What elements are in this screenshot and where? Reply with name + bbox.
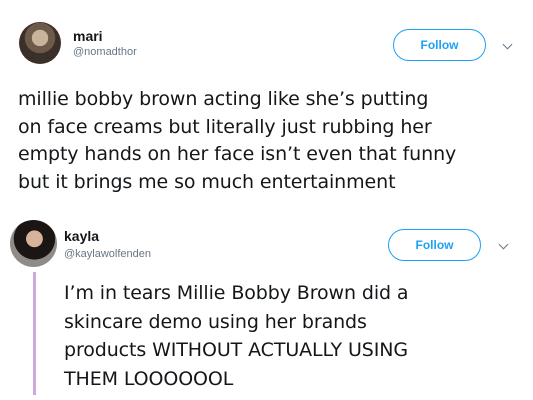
tweet-text-line: millie bobby brown acting like she’s put… bbox=[18, 88, 429, 110]
tweet-screenshot: mari @nomadthor Follow millie bobby brow… bbox=[0, 0, 533, 400]
tweet-text-line: skincare demo using her brands bbox=[64, 310, 367, 333]
avatar[interactable] bbox=[19, 22, 61, 64]
tweet-text-line: empty hands on her face isn’t even that … bbox=[18, 143, 457, 165]
tweet-text-line: I’m in tears Millie Bobby Brown did a bbox=[64, 282, 409, 304]
display-name[interactable]: kayla bbox=[64, 228, 99, 244]
reply-thread-line bbox=[33, 272, 36, 395]
user-handle[interactable]: @nomadthor bbox=[73, 46, 137, 58]
follow-button[interactable]: Follow bbox=[393, 29, 486, 61]
user-handle[interactable]: @kaylawolfenden bbox=[64, 248, 151, 260]
tweet-text-line: THEM LOOOOOOL bbox=[64, 367, 234, 390]
chevron-down-icon[interactable] bbox=[502, 41, 512, 51]
display-name[interactable]: mari bbox=[73, 28, 103, 44]
tweet-text-line: on face creams but literally just rubbin… bbox=[18, 115, 432, 138]
tweet-text: I’m in tears Millie Bobby Brown did a sk… bbox=[64, 279, 494, 393]
tweet-text: millie bobby brown acting like she’s put… bbox=[18, 86, 523, 196]
avatar[interactable] bbox=[10, 220, 57, 267]
chevron-down-icon[interactable] bbox=[498, 241, 508, 251]
tweet-card-1: mari @nomadthor Follow millie bobby brow… bbox=[0, 0, 533, 206]
tweet-text-line: but it brings me so much entertainment bbox=[18, 170, 396, 193]
tweet-text-line: products WITHOUT ACTUALLY USING bbox=[64, 339, 408, 361]
follow-button[interactable]: Follow bbox=[388, 229, 481, 261]
